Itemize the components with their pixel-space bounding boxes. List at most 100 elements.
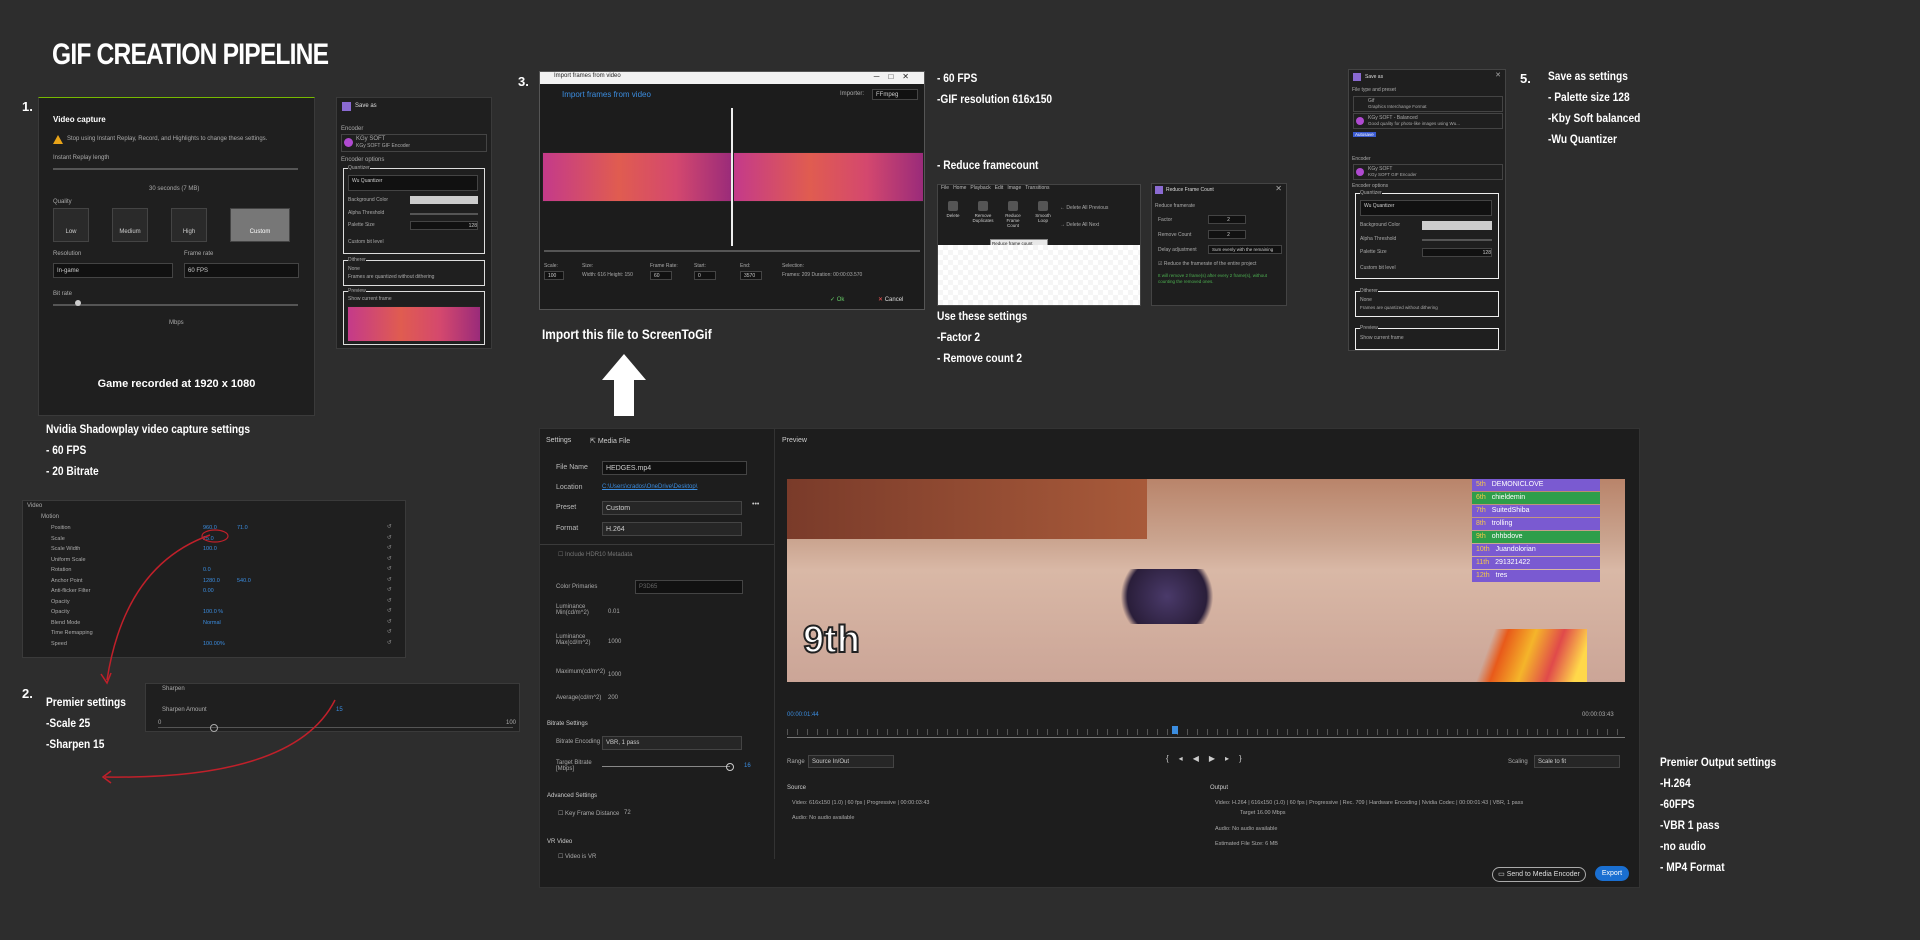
transport-controls[interactable]: {◂◀▶▸}	[1166, 754, 1252, 763]
fx-row-label: Speed	[51, 640, 67, 647]
show-frame-checkbox[interactable]: Show current frame	[348, 296, 392, 302]
scale-input[interactable]: 100	[544, 271, 564, 280]
media-file-tab[interactable]: ⇱ Media File	[590, 437, 630, 445]
quality-low[interactable]: Low	[53, 208, 89, 242]
delete-next-button[interactable]: → Delete All Next	[1060, 222, 1099, 228]
cancel-button[interactable]: ✕ Cancel	[878, 296, 903, 303]
frame-divider[interactable]	[731, 108, 733, 246]
lum-min-value[interactable]: 0.01	[608, 609, 620, 615]
window-controls[interactable]: ─□✕	[874, 72, 918, 81]
timeline-track[interactable]	[787, 737, 1625, 738]
custom-bit-checkbox[interactable]: Custom bit level	[1360, 265, 1396, 271]
start-input[interactable]: 0	[694, 271, 716, 280]
playhead[interactable]	[1172, 726, 1178, 734]
end-input[interactable]: 3570	[740, 271, 762, 280]
quality-high[interactable]: High	[171, 208, 207, 242]
delete-previous-button[interactable]: ← Delete All Previous	[1060, 205, 1108, 211]
keyframe-checkbox[interactable]: ☐ Key Frame Distance	[558, 810, 619, 817]
ribbon-tool-button[interactable]: Smooth Loop	[1030, 201, 1056, 228]
remove-count-input[interactable]: 2	[1208, 230, 1246, 239]
reset-icon[interactable]: ↺	[387, 545, 392, 551]
ribbon-tab[interactable]: Home	[953, 185, 966, 195]
preset-select[interactable]: KGy SOFT - Balanced Good quality for pho…	[1353, 113, 1503, 129]
avg-value[interactable]: 200	[608, 695, 618, 701]
reduce-entire-checkbox[interactable]: ☑ Reduce the framerate of the entire pro…	[1158, 261, 1256, 267]
reset-icon[interactable]: ↺	[387, 598, 392, 604]
quality-medium[interactable]: Medium	[112, 208, 148, 242]
reset-icon[interactable]: ↺	[387, 619, 392, 625]
alpha-slider[interactable]	[1422, 239, 1492, 241]
ribbon-tab[interactable]: Playback	[970, 185, 990, 195]
ribbon-tool-button[interactable]: Reduce Frame Count	[1000, 201, 1026, 228]
ribbon-tool-button[interactable]: Remove Duplicates	[970, 201, 996, 228]
target-bitrate-slider[interactable]	[602, 766, 730, 767]
autosave-badge[interactable]: Autosave	[1353, 132, 1376, 137]
location-link[interactable]: C:\Users\crados\OneDrive\Desktop\	[602, 484, 697, 490]
target-bitrate-value[interactable]: 16	[744, 763, 751, 769]
reset-icon[interactable]: ↺	[387, 556, 392, 562]
reset-icon[interactable]: ↺	[387, 587, 392, 593]
range-select[interactable]: Source In/Out	[808, 755, 894, 768]
reset-icon[interactable]: ↺	[387, 524, 392, 530]
quality-custom[interactable]: Custom	[230, 208, 290, 242]
ribbon-tab[interactable]: Edit	[995, 185, 1004, 195]
reset-icon[interactable]: ↺	[387, 577, 392, 583]
bitrate-slider[interactable]	[53, 304, 298, 306]
importer-select[interactable]: FFmpeg	[872, 89, 918, 100]
palette-input[interactable]: 128	[410, 221, 478, 230]
color-primaries-select[interactable]: P3D65	[635, 580, 743, 594]
speedometer	[1467, 629, 1587, 682]
ditherer-value[interactable]: None	[1360, 297, 1372, 303]
filetype-select[interactable]: Gif Graphics Interchange Format	[1353, 96, 1503, 112]
reset-icon[interactable]: ↺	[387, 629, 392, 635]
ribbon-tool-button[interactable]: Delete	[940, 201, 966, 228]
bg-color-swatch[interactable]	[1422, 221, 1492, 230]
quantizer-select[interactable]: Wu Quantizer	[1360, 200, 1492, 216]
factor-input[interactable]: 2	[1208, 215, 1246, 224]
ok-button[interactable]: ✓ Ok	[830, 296, 844, 303]
reset-icon[interactable]: ↺	[387, 535, 392, 541]
max-cll-value[interactable]: 1000	[608, 672, 621, 678]
tool-label: Remove Duplicates	[972, 213, 994, 223]
ribbon-tab[interactable]: File	[941, 185, 949, 195]
bitrate-encoding-select[interactable]: VBR, 1 pass	[602, 736, 742, 750]
preset-select[interactable]: Custom	[602, 501, 742, 515]
palette-input[interactable]: 128	[1422, 248, 1492, 257]
bitrate-slider-thumb[interactable]	[75, 300, 81, 306]
trim-slider[interactable]	[544, 250, 920, 252]
close-icon[interactable]: ✕	[1495, 71, 1501, 79]
fps-input[interactable]: 60	[650, 271, 672, 280]
bg-color-swatch[interactable]	[410, 196, 478, 204]
reset-icon[interactable]: ↺	[387, 608, 392, 614]
ribbon-tab[interactable]: Transitions	[1025, 185, 1049, 195]
target-bitrate-thumb[interactable]	[726, 763, 734, 771]
custom-bit-checkbox[interactable]: Custom bit level	[348, 239, 384, 245]
show-frame-checkbox[interactable]: Show current frame	[1360, 335, 1404, 341]
framerate-select[interactable]: 60 FPS	[184, 263, 299, 278]
hdr-checkbox[interactable]: ☐ Include HDR10 Metadata	[558, 551, 632, 558]
settings-tab[interactable]: Settings	[546, 437, 571, 444]
reset-icon[interactable]: ↺	[387, 640, 392, 646]
lum-max-value[interactable]: 1000	[608, 639, 621, 645]
encoder-select[interactable]: KGy SOFT KGy SOFT GIF Encoder	[341, 134, 487, 152]
reset-icon[interactable]: ↺	[387, 566, 392, 572]
delay-select[interactable]: Sum evenly with the remaining	[1208, 245, 1282, 254]
ditherer-value[interactable]: None	[348, 266, 360, 272]
dialog-close-icon[interactable]: ✕	[1275, 184, 1282, 193]
timeline-ruler[interactable]	[787, 729, 1625, 735]
replay-slider[interactable]	[53, 168, 298, 170]
keyframe-value[interactable]: 72	[624, 810, 631, 816]
export-button[interactable]: Export	[1595, 866, 1629, 881]
encoder-select[interactable]: KGy SOFT KGy SOFT GIF Encoder	[1353, 164, 1503, 180]
more-options-icon[interactable]: •••	[752, 501, 759, 508]
resolution-select[interactable]: In-game	[53, 263, 173, 278]
vr-checkbox[interactable]: ☐ Video is VR	[558, 853, 596, 860]
file-name-input[interactable]: HEDGES.mp4	[602, 461, 747, 475]
alpha-slider[interactable]	[410, 213, 478, 215]
send-to-media-encoder-button[interactable]: ▭ Send to Media Encoder	[1492, 867, 1586, 882]
preset-desc: Good quality for photo-like images using…	[1368, 121, 1460, 126]
format-select[interactable]: H.264	[602, 522, 742, 536]
ribbon-tab[interactable]: Image	[1007, 185, 1021, 195]
scaling-select[interactable]: Scale to fit	[1534, 755, 1620, 768]
quantizer-select[interactable]: Wu Quantizer	[348, 175, 478, 191]
